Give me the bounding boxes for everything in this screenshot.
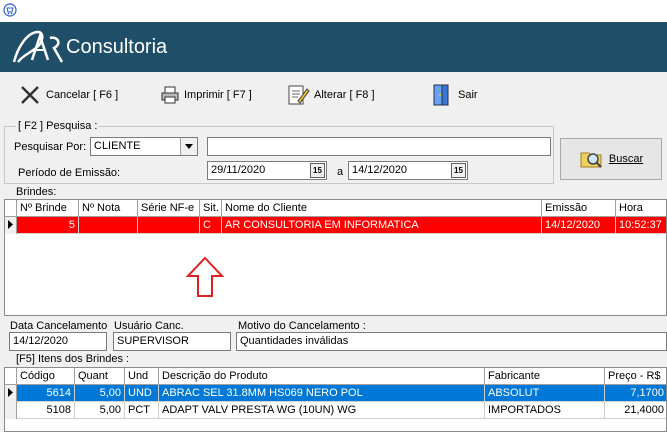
table-row[interactable]: 5108 5,00 PCT ADAPT VALV PRESTA WG (10UN… xyxy=(5,402,666,419)
cell-und: PCT xyxy=(125,402,159,419)
toolbar: Cancelar [ F6 ] Imprimir [ F7 ] Alterar … xyxy=(0,72,667,118)
search-button[interactable]: Buscar xyxy=(560,138,662,180)
cell-quant: 5,00 xyxy=(75,402,125,419)
cell-nota xyxy=(79,217,138,234)
calendar-icon[interactable]: 15 xyxy=(310,163,325,178)
cancel-reason-field[interactable]: Quantidades inválidas xyxy=(236,332,667,351)
edit-button[interactable]: Alterar [ F8 ] xyxy=(286,80,375,110)
cell-serie xyxy=(138,217,200,234)
date-to-field[interactable]: 14/12/2020 15 xyxy=(348,161,468,180)
cell-brinde: 5 xyxy=(17,217,79,234)
search-button-label: Buscar xyxy=(608,153,644,165)
edit-button-label: Alterar [ F8 ] xyxy=(314,89,375,101)
exit-button-label: Sair xyxy=(458,89,478,101)
row-pointer-icon xyxy=(5,217,17,234)
calendar-icon[interactable]: 15 xyxy=(451,163,466,178)
app-icon xyxy=(3,3,17,17)
search-text-input[interactable] xyxy=(207,137,551,156)
print-button-label: Imprimir [ F7 ] xyxy=(184,89,252,101)
col-header-sit[interactable]: Sit. xyxy=(200,200,222,217)
cell-hora: 10:52:37 xyxy=(616,217,666,234)
col-header-serie[interactable]: Série NF-e xyxy=(138,200,200,217)
cell-und: UND xyxy=(125,385,159,402)
col-header-emissao[interactable]: Emissão xyxy=(542,200,616,217)
date-separator: a xyxy=(337,166,344,178)
row-selector xyxy=(5,402,17,419)
search-by-label: Pesquisar Por: xyxy=(14,141,87,153)
cell-quant: 5,00 xyxy=(75,385,125,402)
cancel-button[interactable]: Cancelar [ F6 ] xyxy=(18,80,118,110)
col-header-quant[interactable]: Quant xyxy=(75,368,125,385)
search-folder-icon xyxy=(580,152,602,168)
cell-codigo: 5108 xyxy=(17,402,75,419)
chevron-down-icon[interactable] xyxy=(180,138,197,155)
period-label: Período de Emissão: xyxy=(18,167,121,179)
exit-door-icon xyxy=(433,84,449,106)
cancel-reason-label: Motivo do Cancelamento : xyxy=(238,320,366,332)
table-row[interactable]: 5 C AR CONSULTORIA EM INFORMATICA 14/12/… xyxy=(5,217,666,234)
col-header-codigo[interactable]: Código xyxy=(17,368,75,385)
cell-fabricante: IMPORTADOS xyxy=(485,402,605,419)
printer-icon xyxy=(161,86,179,104)
red-up-arrow-icon xyxy=(186,256,224,297)
col-header-nota[interactable]: Nº Nota xyxy=(79,200,138,217)
brindes-grid: Nº Brinde Nº Nota Série NF-e Sit. Nome d… xyxy=(4,199,667,316)
col-header-brinde[interactable]: Nº Brinde xyxy=(17,200,79,217)
col-header-und[interactable]: Und xyxy=(125,368,159,385)
edit-document-icon xyxy=(288,85,310,105)
col-header-descricao[interactable]: Descrição do Produto xyxy=(159,368,485,385)
cell-descricao: ADAPT VALV PRESTA WG (10UN) WG xyxy=(159,402,485,419)
app-brand-title: Consultoria xyxy=(66,36,168,58)
itens-grid: Código Quant Und Descrição do Produto Fa… xyxy=(4,367,667,432)
cancel-user-field[interactable]: SUPERVISOR xyxy=(113,332,231,351)
cell-preco: 21,4000 xyxy=(605,402,666,419)
cell-preco: 7,1700 xyxy=(605,385,666,402)
cell-cliente: AR CONSULTORIA EM INFORMATICA xyxy=(222,217,542,234)
date-from-value: 29/11/2020 xyxy=(211,164,266,176)
cell-fabricante: ABSOLUT xyxy=(485,385,605,402)
ar-logo-icon xyxy=(12,30,64,63)
col-header-hora[interactable]: Hora xyxy=(616,200,666,217)
itens-title: [F5] Itens dos Brindes : xyxy=(16,353,130,365)
col-header-fabricante[interactable]: Fabricante xyxy=(485,368,605,385)
cell-codigo: 5614 xyxy=(17,385,75,402)
cancel-date-field[interactable]: 14/12/2020 xyxy=(9,332,107,351)
brindes-title: Brindes: xyxy=(16,186,57,198)
row-pointer-icon xyxy=(5,385,17,402)
cell-sit: C xyxy=(200,217,222,234)
search-by-select[interactable]: CLIENTE xyxy=(90,137,198,156)
search-group-title: [ F2 ] Pesquisa : xyxy=(16,120,100,132)
cancel-x-icon xyxy=(21,86,39,104)
cancel-user-label: Usuário Canc. xyxy=(114,320,184,332)
window-titlebar xyxy=(0,0,667,22)
date-from-field[interactable]: 29/11/2020 15 xyxy=(207,161,327,180)
cell-descricao: ABRAC SEL 31.8MM HS069 NERO POL xyxy=(159,385,485,402)
table-row[interactable]: 5614 5,00 UND ABRAC SEL 31.8MM HS069 NER… xyxy=(5,385,666,402)
grid-corner xyxy=(5,200,17,217)
col-header-cliente[interactable]: Nome do Cliente xyxy=(222,200,542,217)
date-to-value: 14/12/2020 xyxy=(352,164,408,176)
cell-emissao: 14/12/2020 xyxy=(542,217,616,234)
app-header: Consultoria xyxy=(0,22,667,72)
cancel-date-label: Data Cancelamento xyxy=(10,320,108,332)
cancel-button-label: Cancelar [ F6 ] xyxy=(46,89,119,101)
exit-button[interactable]: Sair xyxy=(430,80,478,110)
search-by-value: CLIENTE xyxy=(94,140,141,152)
print-button[interactable]: Imprimir [ F7 ] xyxy=(160,80,252,110)
grid-corner xyxy=(5,368,17,385)
col-header-preco[interactable]: Preço - R$ xyxy=(605,368,666,385)
